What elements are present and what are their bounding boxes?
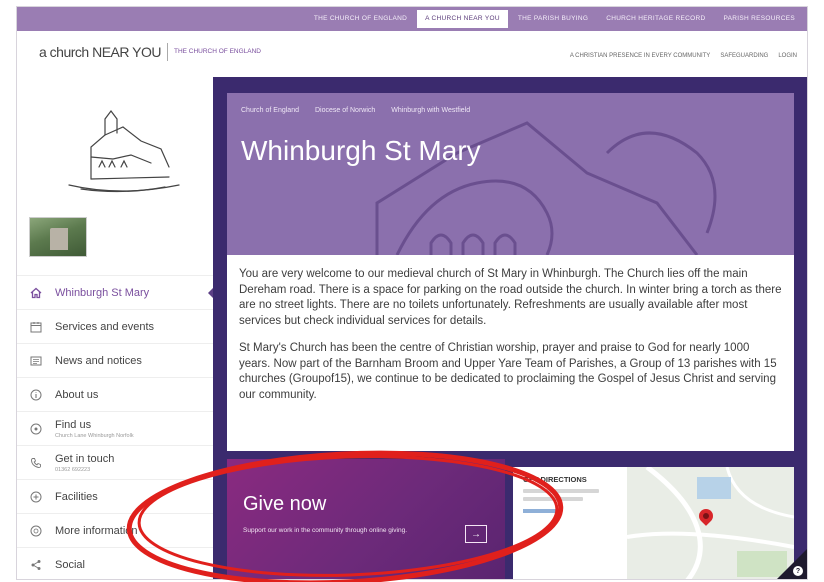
church-drawing-logo bbox=[68, 110, 180, 193]
hero-banner: Church of England Diocese of Norwich Whi… bbox=[227, 93, 794, 255]
sidebar-item-label: Social bbox=[55, 558, 85, 571]
give-now-title: Give now bbox=[243, 493, 327, 515]
top-nav: THE CHURCH OF ENGLAND A CHURCH NEAR YOU … bbox=[306, 10, 803, 28]
phone-icon bbox=[29, 456, 43, 470]
sidebar-item-subtext: Church Lane Whinburgh Norfolk bbox=[55, 432, 134, 439]
header-link-mission[interactable]: A CHRISTIAN PRESENCE IN EVERY COMMUNITY bbox=[570, 53, 710, 59]
location-icon bbox=[29, 422, 43, 436]
share-icon bbox=[29, 558, 43, 572]
church-photo[interactable] bbox=[29, 217, 87, 257]
sidebar-item-label: More information bbox=[55, 524, 138, 537]
sidebar-item-facilities[interactable]: Facilities bbox=[17, 479, 213, 513]
sidebar-item-label: News and notices bbox=[55, 354, 142, 367]
side-nav: Whinburgh St Mary Services and events Ne… bbox=[17, 275, 213, 579]
give-now-card[interactable]: Give now Support our work in the communi… bbox=[227, 459, 505, 579]
sidebar-item-whinburgh-st-mary[interactable]: Whinburgh St Mary bbox=[17, 275, 213, 309]
sidebar-item-label: Facilities bbox=[55, 490, 98, 503]
info-icon bbox=[29, 388, 43, 402]
sidebar-item-more-information[interactable]: More information bbox=[17, 513, 213, 547]
top-nav-item[interactable]: PARISH RESOURCES bbox=[716, 10, 804, 28]
sidebar-item-get-in-touch[interactable]: Get in touch 01362 692223 bbox=[17, 445, 213, 479]
sidebar-item-find-us[interactable]: Find us Church Lane Whinburgh Norfolk bbox=[17, 411, 213, 445]
sidebar-item-label: Whinburgh St Mary bbox=[55, 286, 150, 299]
sidebar: Whinburgh St Mary Services and events Ne… bbox=[17, 77, 213, 579]
directions-link[interactable] bbox=[523, 509, 559, 513]
main-content: Church of England Diocese of Norwich Whi… bbox=[213, 77, 807, 579]
logo-text: a church NEAR YOU bbox=[39, 44, 161, 60]
breadcrumb-item[interactable]: Diocese of Norwich bbox=[315, 107, 375, 114]
browser-page: THE CHURCH OF ENGLAND A CHURCH NEAR YOU … bbox=[16, 6, 808, 580]
header-nav: A CHRISTIAN PRESENCE IN EVERY COMMUNITY … bbox=[570, 53, 797, 59]
give-now-arrow-button[interactable]: → bbox=[465, 525, 487, 543]
map-view[interactable] bbox=[626, 467, 794, 579]
breadcrumb-item[interactable]: Whinburgh with Westfield bbox=[391, 107, 470, 114]
welcome-text-card: You are very welcome to our medieval chu… bbox=[227, 255, 794, 451]
sidebar-item-label: Get in touch bbox=[55, 452, 115, 465]
top-nav-item-active[interactable]: A CHURCH NEAR YOU bbox=[417, 10, 508, 28]
header-link-safeguarding[interactable]: SAFEGUARDING bbox=[720, 53, 768, 59]
sidebar-item-news-and-notices[interactable]: News and notices bbox=[17, 343, 213, 377]
history-paragraph: St Mary's Church has been the centre of … bbox=[239, 342, 777, 401]
sidebar-item-about-us[interactable]: About us bbox=[17, 377, 213, 411]
more-info-icon bbox=[29, 524, 43, 538]
home-icon bbox=[29, 286, 43, 300]
logo-divider bbox=[166, 43, 168, 61]
help-icon: ? bbox=[793, 566, 803, 576]
newspaper-icon bbox=[29, 354, 43, 368]
site-header: a church NEAR YOU THE CHURCH OF ENGLAND … bbox=[17, 31, 807, 77]
sidebar-item-subtext: 01362 692223 bbox=[55, 466, 91, 473]
sidebar-item-label: Find us bbox=[55, 418, 92, 431]
calendar-icon bbox=[29, 320, 43, 334]
directions-map-card[interactable]: GET DIRECTIONS bbox=[513, 467, 794, 579]
sidebar-item-label: Services and events bbox=[55, 320, 155, 333]
top-nav-item[interactable]: THE PARISH BUYING bbox=[510, 10, 596, 28]
welcome-paragraph: You are very welcome to our medieval chu… bbox=[239, 268, 782, 327]
top-bar: THE CHURCH OF ENGLAND A CHURCH NEAR YOU … bbox=[17, 7, 807, 31]
give-now-subtitle: Support our work in the community throug… bbox=[243, 527, 408, 534]
breadcrumb-item[interactable]: Church of England bbox=[241, 107, 299, 114]
top-nav-item[interactable]: THE CHURCH OF ENGLAND bbox=[306, 10, 415, 28]
sidebar-item-services-and-events[interactable]: Services and events bbox=[17, 309, 213, 343]
breadcrumb: Church of England Diocese of Norwich Whi… bbox=[241, 107, 470, 114]
address-lines bbox=[523, 489, 599, 505]
header-link-login[interactable]: LOGIN bbox=[778, 53, 797, 59]
plus-circle-icon bbox=[29, 490, 43, 504]
sidebar-item-label: About us bbox=[55, 388, 99, 401]
church-of-england-logo: THE CHURCH OF ENGLAND bbox=[173, 47, 262, 55]
top-nav-item[interactable]: CHURCH HERITAGE RECORD bbox=[598, 10, 713, 28]
church-outline-graphic bbox=[375, 121, 717, 255]
page-title: Whinburgh St Mary bbox=[241, 135, 481, 166]
map-card-title: GET DIRECTIONS bbox=[523, 475, 587, 484]
sidebar-item-social[interactable]: Social bbox=[17, 547, 213, 579]
map-graphic bbox=[626, 467, 794, 579]
site-logo[interactable]: a church NEAR YOU THE CHURCH OF ENGLAND bbox=[39, 43, 261, 61]
